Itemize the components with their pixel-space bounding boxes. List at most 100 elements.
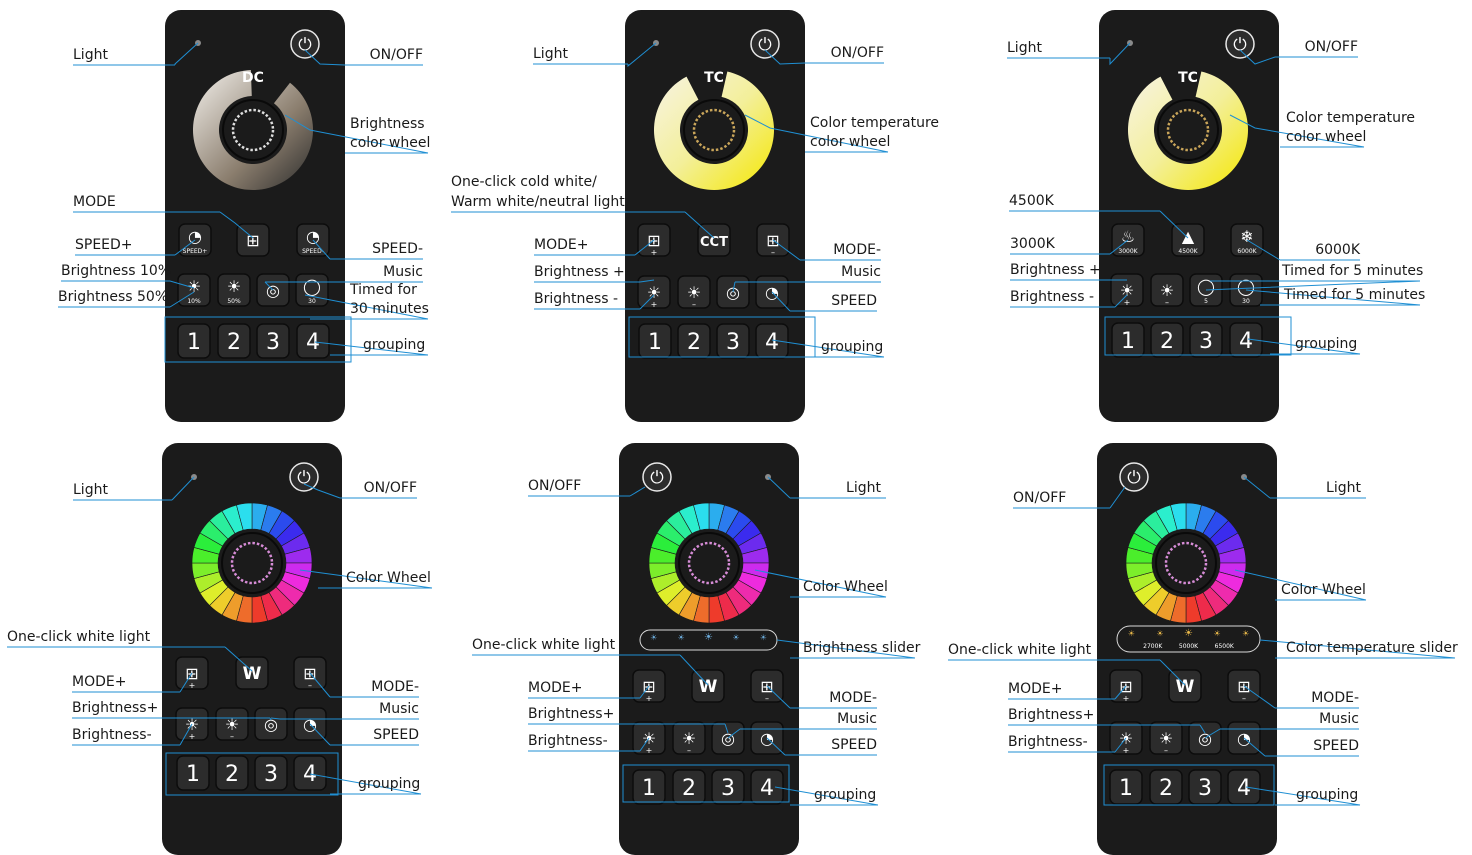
group-button-2[interactable]: 2	[672, 769, 706, 805]
callout-label-wheel-1: Brightness	[350, 116, 425, 132]
callout-label-wheel-2: color wheel	[1286, 129, 1366, 145]
callout-label-brightness-plus: Brightness +	[1010, 262, 1101, 278]
group-number: 3	[266, 330, 280, 355]
callout-label-on-off: ON/OFF	[370, 47, 423, 63]
group-button-1[interactable]: 1	[177, 323, 211, 359]
callout-label-brightness-minus: Brightness-	[72, 727, 152, 743]
sun-down-button[interactable]: ☀–	[677, 275, 711, 309]
sun-50-button[interactable]: ☀ 50%	[217, 273, 251, 307]
power-button[interactable]: ⏻	[289, 462, 319, 492]
group-button-3[interactable]: 3	[254, 755, 288, 791]
group-button-4[interactable]: 4	[755, 323, 789, 359]
sun-up-button[interactable]: ☀+	[637, 275, 671, 309]
callout-label-light: Light	[1326, 480, 1361, 496]
brightness-slider[interactable]: ☀ ☀ ☀ ☀ ☀	[639, 629, 778, 651]
group-button-3[interactable]: 3	[711, 769, 745, 805]
plus-icon: +	[1124, 298, 1131, 307]
plus-icon: +	[651, 248, 658, 257]
plus-icon: +	[646, 694, 653, 703]
group-button-1[interactable]: 1	[1109, 769, 1143, 805]
sun-10-button[interactable]: ☀10%	[177, 273, 211, 307]
group-number: 4	[1239, 329, 1253, 354]
sun-down-button[interactable]: ☀–	[672, 721, 706, 755]
slider-sun-icon: ☀	[650, 633, 657, 642]
callout-label-on-off: ON/OFF	[1305, 39, 1358, 55]
group-number: 1	[186, 762, 200, 787]
group-button-2[interactable]: 2	[1149, 769, 1183, 805]
minus-icon: –	[230, 732, 234, 741]
group-button-1[interactable]: 1	[632, 769, 666, 805]
callout-label-brightness-minus: Brightness -	[1010, 289, 1094, 305]
group-button-4[interactable]: 4	[750, 769, 784, 805]
sun-up-button[interactable]: ☀+	[1110, 273, 1144, 307]
callout-label-mode-plus: MODE+	[1008, 681, 1062, 697]
k4500-button-caption: 4500K	[1178, 248, 1198, 255]
group-number: 1	[642, 776, 656, 801]
callout-label-brightness10: Brightness 10%	[61, 263, 171, 279]
sun-50-icon: ☀	[227, 277, 241, 296]
power-button[interactable]: ⏻	[1225, 29, 1255, 59]
music-button[interactable]: ◎	[254, 707, 288, 741]
power-button[interactable]: ⏻	[1119, 462, 1149, 492]
slider-sun-icon: ☀	[1184, 628, 1193, 639]
callout-label-mode-minus: MODE-	[833, 242, 881, 258]
callout-label-on-off: ON/OFF	[831, 45, 884, 61]
group-button-3[interactable]: 3	[716, 323, 750, 359]
w-button[interactable]: W	[235, 656, 269, 690]
callout-label-light: Light	[73, 47, 108, 63]
callout-label-mode-plus: MODE+	[528, 680, 582, 696]
w-button[interactable]: W	[1168, 669, 1202, 703]
minus-icon: –	[771, 248, 775, 257]
timer-5-button-caption: 5	[1204, 298, 1208, 305]
group-button-3[interactable]: 3	[256, 323, 290, 359]
callout-label-light: Light	[73, 482, 108, 498]
remote-tc1: ⏻TC⊞+CCT ⊞–☀+☀–◎ ◔1 2 3 4	[625, 10, 816, 422]
power-icon: ⏻	[1233, 35, 1247, 55]
group-button-3[interactable]: 3	[1188, 769, 1222, 805]
group-button-4[interactable]: 4	[293, 755, 327, 791]
sun-down-button[interactable]: ☀–	[1149, 721, 1183, 755]
group-button-4[interactable]: 4	[1227, 769, 1261, 805]
power-button[interactable]: ⏻	[642, 462, 672, 492]
power-button[interactable]: ⏻	[290, 29, 320, 59]
power-icon: ⏻	[1127, 468, 1141, 488]
callout-label-mode: MODE	[73, 194, 116, 210]
plus-icon: +	[189, 732, 196, 741]
minus-icon: –	[1242, 694, 1246, 703]
sun-down-button[interactable]: ☀–	[1150, 273, 1184, 307]
group-button-2[interactable]: 2	[217, 323, 251, 359]
slider-tick-label: 6500K	[1215, 643, 1235, 650]
sun-50-button-caption: 50%	[227, 298, 241, 305]
callout-label-mode-plus: MODE+	[534, 237, 588, 253]
slider-sun-icon: ☀	[678, 633, 685, 642]
group-button-1[interactable]: 1	[176, 755, 210, 791]
sun-down-button[interactable]: ☀–	[215, 707, 249, 741]
group-button-2[interactable]: 2	[677, 323, 711, 359]
callout-label-wheel: Color Wheel	[803, 579, 888, 595]
k6000-button-caption: 6000K	[1237, 248, 1257, 255]
timer-30-button[interactable]: ◯ 30	[295, 273, 329, 307]
callout-label-music: Music	[379, 701, 419, 717]
group-button-3[interactable]: 3	[1189, 322, 1223, 358]
cct-button[interactable]: CCT	[697, 223, 731, 257]
callout-label-slider: Color temperature slider	[1286, 640, 1458, 656]
group-button-2[interactable]: 2	[215, 755, 249, 791]
minus-icon: –	[765, 694, 769, 703]
callout-label-brightness-minus: Brightness-	[1008, 734, 1088, 750]
w-button[interactable]: W	[691, 669, 725, 703]
callout-label-speed: SPEED	[831, 293, 877, 309]
group-button-4[interactable]: 4	[296, 323, 330, 359]
k3000-button-caption: 3000K	[1118, 248, 1138, 255]
callout-label-k3000: 3000K	[1010, 236, 1056, 252]
power-button[interactable]: ⏻	[750, 29, 780, 59]
k4500-button[interactable]: ▲ 4500K	[1171, 223, 1205, 257]
callout-label-speed: SPEED	[831, 737, 877, 753]
callout-label-on-off: ON/OFF	[528, 478, 581, 494]
group-button-1[interactable]: 1	[638, 323, 672, 359]
power-icon: ⏻	[297, 468, 311, 488]
callout-label-light: Light	[846, 480, 881, 496]
group-button-2[interactable]: 2	[1150, 322, 1184, 358]
group-button-1[interactable]: 1	[1111, 322, 1145, 358]
color-temperature-slider[interactable]: ☀ ☀ ☀ ☀ ☀ 2700K 5000K 6500K	[1116, 625, 1261, 653]
callout-label-timed-2: 30 minutes	[350, 301, 429, 317]
